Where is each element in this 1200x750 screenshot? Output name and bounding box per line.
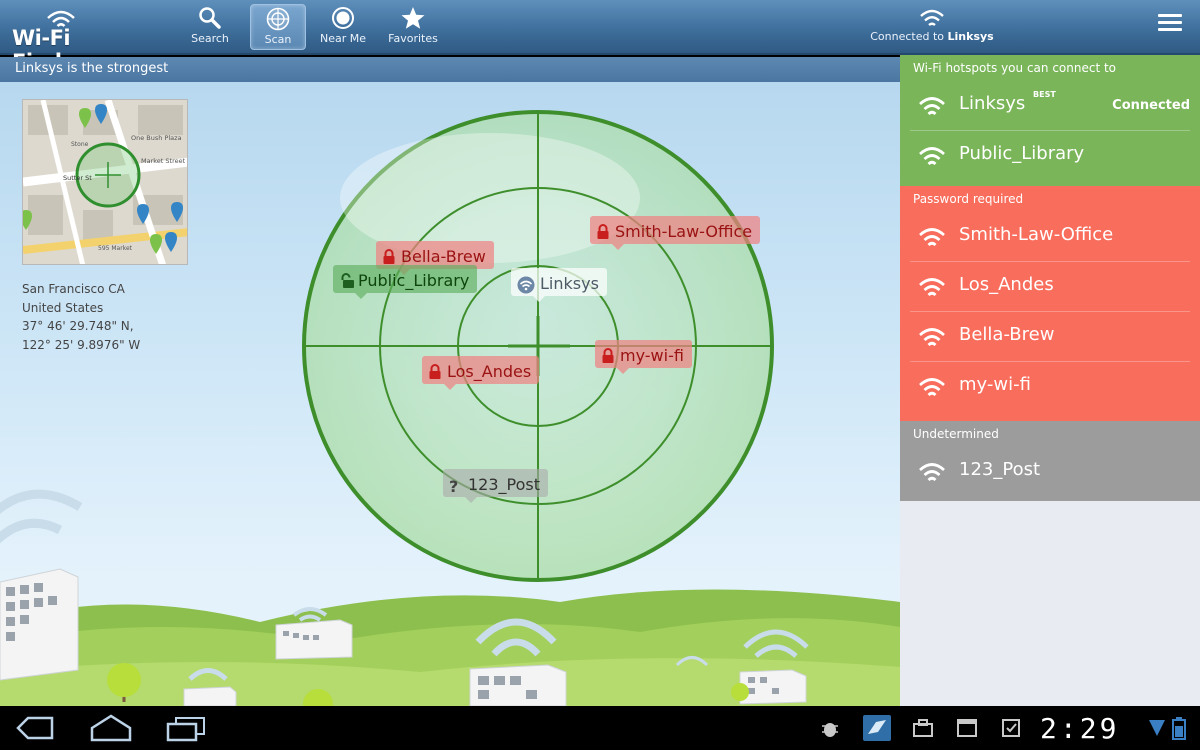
- map-label: Sutter St: [63, 174, 92, 182]
- hotspot-row-public-library[interactable]: Public_Library: [910, 131, 1190, 181]
- map-label: 595 Market: [98, 245, 133, 252]
- location-latitude: 37° 46' 29.748" N,: [22, 319, 134, 333]
- radar-tag-label: Linksys: [540, 274, 599, 293]
- hotspot-row-smith-law-office[interactable]: Smith-Law-Office: [910, 212, 1190, 262]
- location-info: San Francisco CA United States 37° 46' 2…: [22, 280, 140, 354]
- location-country: United States: [22, 300, 104, 315]
- nav-search-button[interactable]: Search: [182, 4, 238, 50]
- hotspot-name: Los_Andes: [959, 274, 1054, 295]
- wifi-icon: [919, 147, 945, 166]
- overflow-menu-button[interactable]: [1158, 14, 1182, 34]
- map-label: One Bush Plaza: [131, 134, 182, 142]
- hotspot-row-linksys[interactable]: Linksys BEST Connected: [910, 81, 1190, 131]
- radar-tag-label: Bella-Brew: [401, 247, 486, 266]
- wifi-icon: [919, 378, 945, 397]
- nav-favorites-label: Favorites: [388, 32, 438, 45]
- hotspot-name: Linksys: [959, 93, 1026, 114]
- section-connectable: Wi-Fi hotspots you can connect to Linksy…: [900, 55, 1200, 186]
- wifi-icon: [920, 9, 944, 26]
- radar-graphic: [302, 110, 774, 582]
- hotspot-row-123-post[interactable]: 123_Post: [910, 447, 1190, 497]
- wifi-icon: [919, 328, 945, 347]
- radar-tag-label: Los_Andes: [447, 362, 532, 381]
- map-label: Market Street Plaza: [141, 157, 188, 165]
- radar-tag-los-andes[interactable]: Los_Andes: [422, 356, 540, 390]
- back-icon[interactable]: [16, 716, 56, 740]
- location-longitude: 122° 25' 9.8976" W: [22, 337, 141, 352]
- hotspot-name: my-wi-fi: [959, 374, 1031, 395]
- radar-tag-label: my-wi-fi: [620, 346, 684, 365]
- section-heading: Password required: [913, 192, 1024, 206]
- action-bar: Wi-Fi Finder Search Scan Near Me Favorit…: [0, 0, 1200, 74]
- wifi-icon: [919, 97, 945, 116]
- system-bar: 2:29: [0, 706, 1200, 750]
- hotspot-name: 123_Post: [959, 459, 1041, 480]
- section-password-required: Password required Smith-Law-Office Los_A…: [900, 186, 1200, 421]
- app-notification-icon[interactable]: [862, 714, 892, 742]
- radar-tag-label: Public_Library: [358, 271, 470, 290]
- clipboard-check-icon: [1002, 719, 1020, 737]
- section-heading: Wi-Fi hotspots you can connect to: [913, 61, 1117, 75]
- battery-icon: [1172, 717, 1186, 740]
- wifi-icon: [919, 463, 945, 482]
- best-badge: BEST: [1033, 90, 1056, 99]
- wifi-icon: [919, 278, 945, 297]
- nav-near-me-button[interactable]: Near Me: [315, 4, 371, 50]
- wifi-badge-icon: [517, 276, 535, 293]
- lock-icon: [596, 223, 610, 240]
- nav-near-me-label: Near Me: [319, 32, 366, 45]
- radar-tag-123-post[interactable]: ? 123_Post: [443, 469, 549, 503]
- recent-apps-icon[interactable]: [166, 716, 206, 742]
- briefcase-icon: [913, 719, 933, 737]
- radar-tag-my-wi-fi[interactable]: my-wi-fi: [595, 340, 692, 374]
- app-logo: Wi-Fi Finder: [10, 6, 140, 74]
- hotspot-name: Bella-Brew: [959, 324, 1055, 345]
- wifi-logo-icon: [47, 10, 75, 27]
- calendar-icon: [957, 719, 977, 737]
- nav-scan-label: Scan: [264, 33, 292, 46]
- radar-tag-label: Smith-Law-Office: [615, 222, 753, 241]
- nav-favorites-button[interactable]: Favorites: [385, 4, 441, 50]
- radar-tag-smith-law-office[interactable]: Smith-Law-Office: [590, 216, 761, 250]
- connection-prefix: Connected to: [870, 30, 945, 43]
- nav-search-label: Search: [191, 32, 229, 45]
- nav-scan-button[interactable]: Scan: [250, 4, 306, 50]
- star-icon: [401, 7, 425, 29]
- wifi-icon: [919, 228, 945, 247]
- wifi-signal-icon: [1149, 720, 1165, 736]
- hotspot-row-bella-brew[interactable]: Bella-Brew: [910, 312, 1190, 362]
- unlock-icon: [339, 272, 354, 289]
- hotspot-list-panel: Wi-Fi hotspots you can connect to Linksy…: [900, 55, 1200, 706]
- location-map-thumbnail[interactable]: One Bush Plaza Market Street Plaza Sutte…: [22, 99, 188, 265]
- home-icon[interactable]: [90, 714, 132, 742]
- near-me-icon: [332, 7, 354, 29]
- hotspot-row-los-andes[interactable]: Los_Andes: [910, 262, 1190, 312]
- scan-view: One Bush Plaza Market Street Plaza Sutte…: [0, 82, 900, 706]
- hotspot-name: Public_Library: [959, 143, 1085, 164]
- radar-tag-public-library[interactable]: Public_Library: [333, 265, 478, 299]
- system-clock: 2:29: [1040, 712, 1120, 745]
- radar-tag-label: 123_Post: [468, 475, 541, 494]
- question-icon: ?: [449, 476, 459, 496]
- connected-status: Connected: [1112, 98, 1190, 113]
- radar-tag-linksys[interactable]: Linksys: [511, 268, 607, 302]
- connection-network: Linksys: [947, 30, 994, 43]
- section-undetermined: Undetermined 123_Post: [900, 421, 1200, 501]
- connection-status: Connected to Linksys: [870, 8, 994, 43]
- bug-icon: [822, 723, 838, 737]
- search-icon: [199, 7, 221, 29]
- lock-icon: [382, 248, 396, 265]
- hotspot-row-my-wi-fi[interactable]: my-wi-fi: [910, 362, 1190, 412]
- section-heading: Undetermined: [913, 427, 999, 441]
- status-message: Linksys is the strongest: [0, 57, 900, 82]
- scan-icon: [266, 7, 290, 31]
- radar-scope[interactable]: Smith-Law-Office Bella-Brew Public_Libra…: [300, 108, 776, 584]
- lock-icon: [601, 347, 615, 364]
- hotspot-name: Smith-Law-Office: [959, 224, 1114, 245]
- lock-icon: [428, 363, 442, 380]
- location-city: San Francisco CA: [22, 282, 125, 296]
- map-label: Stone: [71, 141, 89, 148]
